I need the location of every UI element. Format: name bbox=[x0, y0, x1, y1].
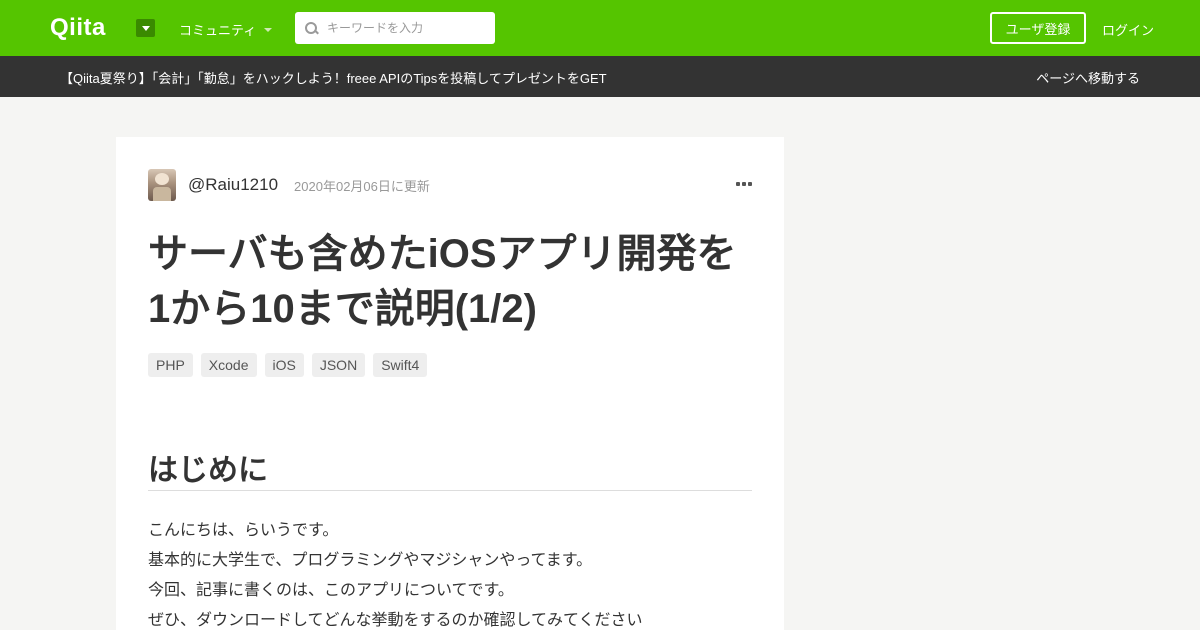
banner-text[interactable]: 【Qiita夏祭り】「会計」「勤怠」をハックしよう！freee APIのTips… bbox=[60, 68, 607, 87]
paragraph-line: ぜひ、ダウンロードしてどんな挙動をするのか確認してみてください bbox=[148, 612, 643, 629]
paragraph-line: 今回、記事に書くのは、このアプリについてです。 bbox=[148, 582, 514, 599]
heading-divider bbox=[148, 490, 752, 491]
more-options-icon[interactable] bbox=[736, 182, 752, 186]
title-line-2: 1から10まで説明(1/2) bbox=[148, 287, 537, 331]
avatar[interactable] bbox=[148, 169, 176, 201]
search-box[interactable] bbox=[295, 12, 495, 44]
tag-swift4[interactable]: Swift4 bbox=[373, 353, 428, 377]
updated-date: 2020年02月06日に更新 bbox=[294, 178, 430, 194]
article-body: こんにちは、らいうです。 基本的に大学生で、プログラミングやマジシャンやってます… bbox=[148, 516, 643, 630]
search-icon bbox=[295, 12, 325, 44]
logo-dropdown-button[interactable] bbox=[136, 19, 155, 37]
announcement-banner: 【Qiita夏祭り】「会計」「勤怠」をハックしよう！freee APIのTips… bbox=[0, 56, 1200, 97]
tag-ios[interactable]: iOS bbox=[264, 353, 304, 377]
qiita-logo[interactable]: Qiita bbox=[50, 14, 106, 42]
section-heading: はじめに bbox=[148, 454, 268, 487]
chevron-down-icon bbox=[264, 27, 273, 32]
tag-list: PHP Xcode iOS JSON Swift4 bbox=[148, 353, 428, 377]
paragraph-line: 基本的に大学生で、プログラミングやマジシャンやってます。 bbox=[148, 552, 593, 569]
article-card: @Raiu1210 2020年02月06日に更新 サーバも含めたiOSアプリ開発… bbox=[116, 137, 784, 630]
tag-xcode[interactable]: Xcode bbox=[200, 353, 257, 377]
community-label: コミュニティ bbox=[179, 23, 257, 38]
tag-json[interactable]: JSON bbox=[311, 353, 366, 377]
article-title: サーバも含めたiOSアプリ開発を 1から10まで説明(1/2) bbox=[148, 227, 758, 337]
search-input[interactable] bbox=[327, 21, 487, 35]
login-link[interactable]: ログイン bbox=[1102, 20, 1154, 39]
top-navbar: Qiita コミュニティ ユーザ登録 ログイン bbox=[0, 0, 1200, 56]
banner-link[interactable]: ページへ移動する bbox=[1036, 68, 1140, 87]
tag-php[interactable]: PHP bbox=[148, 353, 193, 377]
signup-button[interactable]: ユーザ登録 bbox=[990, 12, 1086, 44]
author-username[interactable]: @Raiu1210 bbox=[188, 175, 278, 195]
community-menu[interactable]: コミュニティ bbox=[179, 20, 273, 39]
title-line-1: サーバも含めたiOSアプリ開発を bbox=[148, 232, 737, 276]
paragraph-line: こんにちは、らいうです。 bbox=[148, 522, 339, 539]
author-info: @Raiu1210 2020年02月06日に更新 bbox=[148, 169, 430, 201]
